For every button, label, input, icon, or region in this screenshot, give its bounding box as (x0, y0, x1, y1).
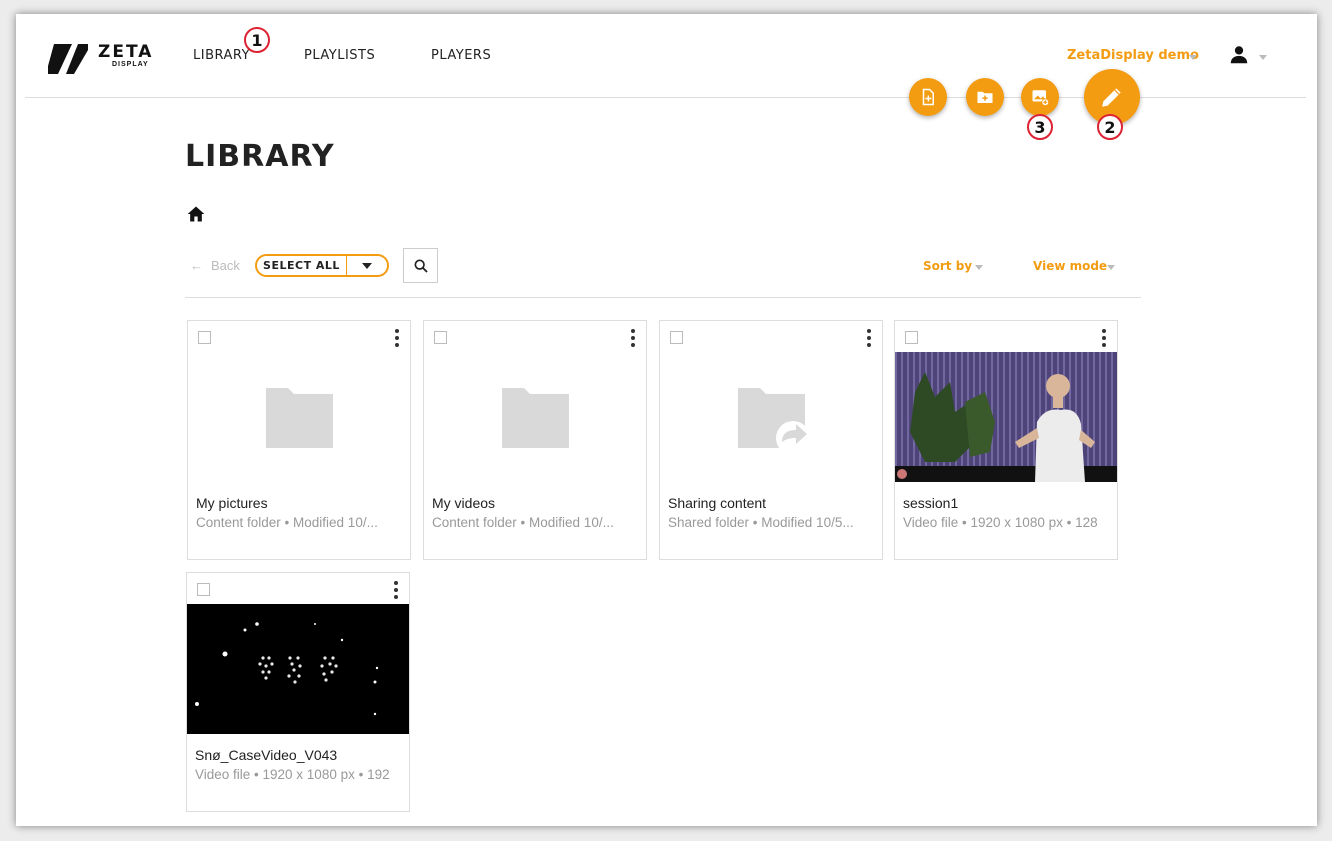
sort-by-dropdown[interactable]: Sort by (923, 259, 972, 273)
item-name: Sharing content (668, 495, 767, 511)
item-name: My videos (432, 495, 496, 511)
account-chevron-down-icon (1189, 55, 1197, 60)
video-thumbnail (187, 604, 409, 734)
user-menu[interactable] (1228, 44, 1250, 66)
account-switcher[interactable]: ZetaDisplay demo (1067, 48, 1199, 63)
back-button[interactable]: ← Back (190, 258, 240, 273)
nav-library[interactable]: LIBRARY (193, 48, 250, 63)
item-meta: Video file • 1920 x 1080 px • 128 (903, 515, 1098, 530)
item-checkbox[interactable] (198, 331, 211, 344)
item-thumbnail (424, 352, 646, 482)
item-name: My pictures (196, 495, 268, 511)
search-icon (414, 259, 428, 273)
item-checkbox[interactable] (670, 331, 683, 344)
account-label: ZetaDisplay demo (1067, 48, 1199, 63)
folder-icon (266, 388, 333, 448)
folder-icon (502, 388, 569, 448)
breadcrumb[interactable] (186, 204, 206, 224)
more-options-icon[interactable] (1102, 329, 1106, 350)
person-icon (1230, 46, 1248, 64)
toolbar-divider (185, 297, 1141, 298)
zetadisplay-logo[interactable]: ZETA DISPLAY (48, 36, 158, 80)
annotation-badge-1: 1 (244, 27, 270, 53)
item-name: session1 (903, 495, 959, 511)
add-media-button[interactable] (1021, 78, 1059, 116)
page-title: LIBRARY (185, 139, 335, 174)
library-item-card[interactable]: My pictures Content folder • Modified 10… (187, 320, 411, 560)
search-button[interactable] (403, 248, 438, 283)
sort-chevron-down-icon (975, 265, 983, 270)
logo-subtitle: DISPLAY (112, 61, 149, 68)
select-all-button[interactable]: SELECT ALL (257, 256, 347, 275)
user-chevron-down-icon (1259, 55, 1267, 60)
add-file-button[interactable] (909, 78, 947, 116)
arrow-left-icon: ← (190, 258, 203, 273)
nav-playlists[interactable]: PLAYLISTS (304, 48, 375, 63)
library-item-card[interactable]: session1 Video file • 1920 x 1080 px • 1… (894, 320, 1118, 560)
back-label: Back (211, 258, 240, 273)
item-meta: Video file • 1920 x 1080 px • 192 (195, 767, 390, 782)
add-folder-button[interactable] (966, 78, 1004, 116)
add-media-icon (1032, 90, 1049, 106)
item-meta: Shared folder • Modified 10/5... (668, 515, 854, 530)
more-options-icon[interactable] (867, 329, 871, 350)
item-checkbox[interactable] (434, 331, 447, 344)
item-thumbnail (660, 352, 882, 482)
item-checkbox[interactable] (905, 331, 918, 344)
library-item-card[interactable]: Sharing content Shared folder • Modified… (659, 320, 883, 560)
app-window: ZETA DISPLAY LIBRARY PLAYLISTS PLAYERS 1… (16, 14, 1317, 826)
select-all-dropdown[interactable] (347, 256, 387, 275)
shared-folder-icon (738, 388, 810, 455)
zeta-logo-icon (48, 44, 88, 74)
item-name: Snø_CaseVideo_V043 (195, 747, 338, 763)
item-checkbox[interactable] (197, 583, 210, 596)
item-meta: Content folder • Modified 10/... (432, 515, 614, 530)
view-mode-dropdown[interactable]: View mode (1033, 259, 1107, 273)
home-icon (187, 206, 205, 222)
more-options-icon[interactable] (394, 581, 398, 602)
item-thumbnail (188, 352, 410, 482)
view-chevron-down-icon (1107, 265, 1115, 270)
chevron-down-icon (362, 262, 372, 269)
sort-by-label: Sort by (923, 259, 973, 273)
more-options-icon[interactable] (631, 329, 635, 350)
add-file-icon (922, 88, 934, 106)
video-thumbnail (895, 352, 1117, 482)
add-folder-icon (977, 91, 993, 103)
snow-video-image (187, 604, 409, 734)
speaker-video-image (895, 352, 1117, 482)
more-options-icon[interactable] (395, 329, 399, 350)
logo-word: ZETA (98, 42, 154, 62)
select-all-control: SELECT ALL (255, 254, 389, 277)
library-item-card[interactable]: My videos Content folder • Modified 10/.… (423, 320, 647, 560)
annotation-badge-2: 2 (1097, 114, 1123, 140)
annotation-badge-3: 3 (1027, 114, 1053, 140)
view-mode-label: View mode (1033, 259, 1108, 273)
library-item-card[interactable]: Snø_CaseVideo_V043 Video file • 1920 x 1… (186, 572, 410, 812)
nav-players[interactable]: PLAYERS (431, 48, 491, 63)
edit-pencil-icon (1102, 88, 1121, 107)
item-meta: Content folder • Modified 10/... (196, 515, 378, 530)
